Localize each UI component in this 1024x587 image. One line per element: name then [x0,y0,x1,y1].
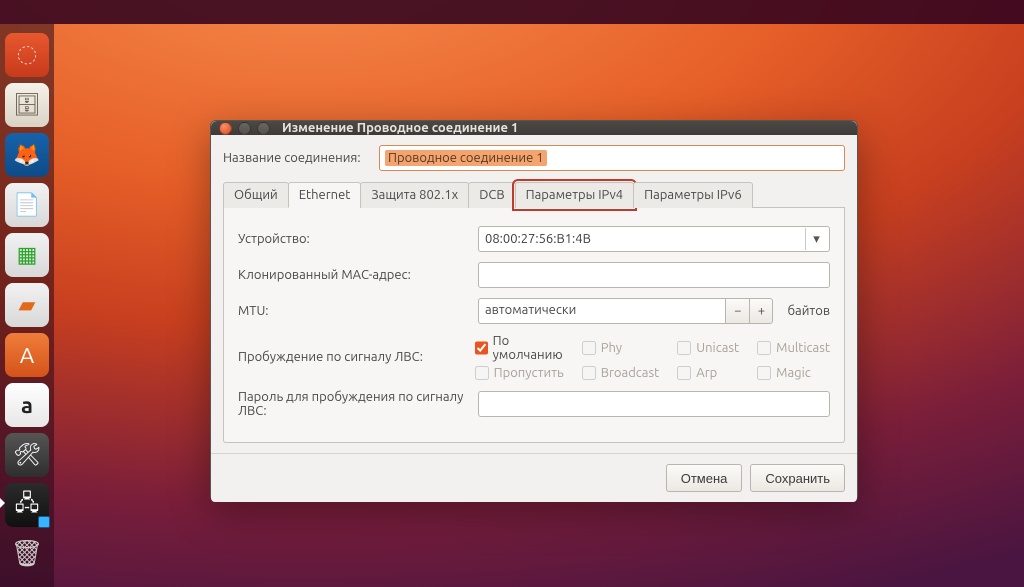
amazon-icon[interactable]: a [5,383,49,427]
tab-dcb[interactable]: DCB [468,182,515,208]
cloned-mac-label: Клонированный MAC-адрес: [238,268,478,282]
tab-ipv4[interactable]: Параметры IPv4 [515,182,635,208]
window-close-button[interactable] [219,122,232,135]
tab-ethernet[interactable]: Ethernet [288,182,362,208]
unity-launcher: ◌ 🗄 🦊 📄 ▦ ▰ A a 🛠 🖧 🗑 [0,24,54,587]
connection-name-label: Название соединения: [223,151,379,165]
wol-broadcast-checkbox[interactable]: Broadcast [582,366,660,380]
cancel-button[interactable]: Отмена [666,464,743,492]
wol-label: Пробуждение по сигналу ЛВС: [238,350,475,364]
device-label: Устройство: [238,232,478,246]
chevron-down-icon: ▾ [805,228,827,250]
network-settings-icon[interactable]: 🖧 [5,483,49,527]
device-value: 08:00:27:56:B1:4B [485,232,591,246]
tab-security[interactable]: Защита 802.1x [360,182,469,208]
network-connection-editor-window: Изменение Проводное соединение 1 Названи… [210,120,858,500]
wol-ignore-checkbox[interactable]: Пропустить [475,366,564,380]
window-minimize-button[interactable] [238,122,251,135]
window-maximize-button[interactable] [257,122,270,135]
window-title: Изменение Проводное соединение 1 [282,121,518,135]
wol-default-checkbox[interactable]: По умолчанию [475,334,564,362]
dialog-footer: Отмена Сохранить [211,453,857,502]
wol-phy-checkbox[interactable]: Phy [582,334,660,362]
save-button[interactable]: Сохранить [750,464,845,492]
mtu-label: MTU: [238,304,478,318]
files-icon[interactable]: 🗄 [5,83,49,127]
wol-magic-checkbox[interactable]: Magic [757,366,830,380]
impress-icon[interactable]: ▰ [5,283,49,327]
dash-icon[interactable]: ◌ [5,33,49,77]
tab-general[interactable]: Общий [223,182,289,208]
wol-password-input[interactable] [478,391,830,417]
writer-icon[interactable]: 📄 [5,183,49,227]
wol-unicast-checkbox[interactable]: Unicast [677,334,739,362]
wol-checkbox-group: По умолчанию Phy Unicast Multicast Пропу… [475,334,830,380]
connection-name-value: Проводное соединение 1 [385,150,547,166]
mtu-unit: байтов [787,304,830,318]
mtu-spin-input[interactable]: автоматически [478,298,725,324]
trash-icon[interactable]: 🗑 [5,531,49,575]
ethernet-tab-panel: Устройство: 08:00:27:56:B1:4B ▾ Клониров… [223,208,845,443]
wol-multicast-checkbox[interactable]: Multicast [757,334,830,362]
device-combobox[interactable]: 08:00:27:56:B1:4B ▾ [478,226,830,252]
calc-icon[interactable]: ▦ [5,233,49,277]
tab-ipv6[interactable]: Параметры IPv6 [633,182,753,208]
software-icon[interactable]: A [5,333,49,377]
wol-password-label: Пароль для пробуждения по сигналу ЛВС: [238,390,478,418]
connection-name-input[interactable]: Проводное соединение 1 [379,145,845,171]
tabs-bar: Общий Ethernet Защита 802.1x DCB Парамет… [223,181,845,208]
window-titlebar[interactable]: Изменение Проводное соединение 1 [211,121,857,135]
mtu-increment-button[interactable]: + [749,298,773,324]
mtu-decrement-button[interactable]: − [725,298,749,324]
wol-arp-checkbox[interactable]: Arp [677,366,739,380]
settings-icon[interactable]: 🛠 [5,433,49,477]
top-menubar[interactable] [0,0,1024,24]
firefox-icon[interactable]: 🦊 [5,133,49,177]
cloned-mac-input[interactable] [478,262,830,288]
